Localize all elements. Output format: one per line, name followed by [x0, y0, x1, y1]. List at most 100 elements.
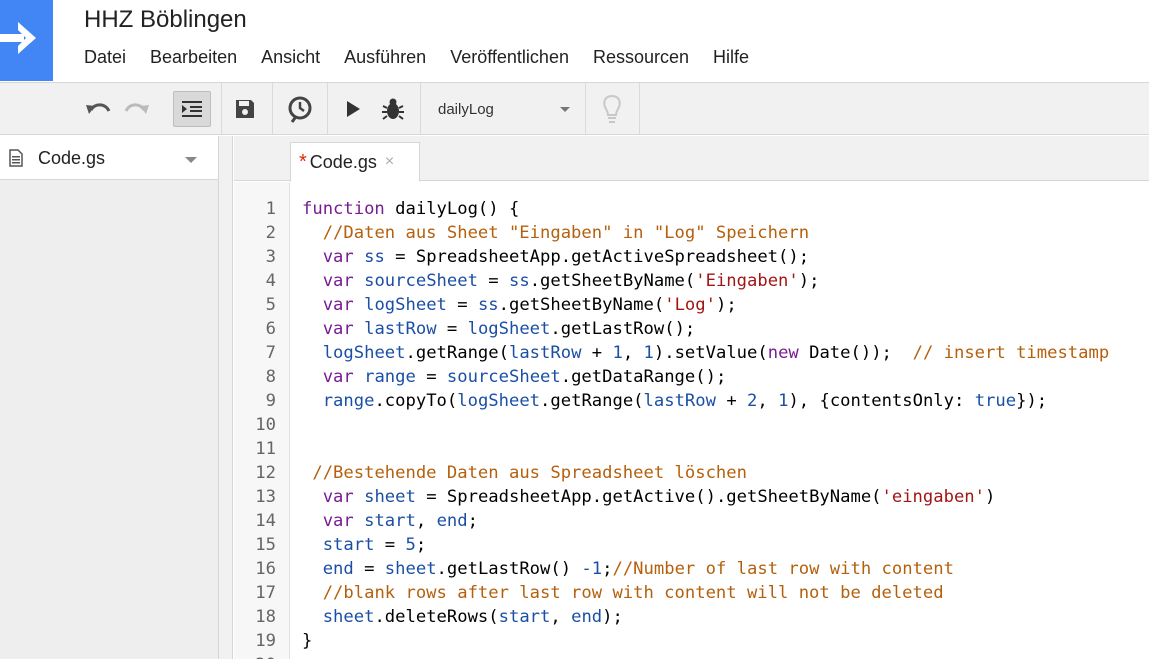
line-number: 6	[265, 319, 276, 339]
code-line[interactable]: 7 logSheet.getRange(lastRow + 1, 1).setV…	[234, 341, 1149, 365]
code-editor[interactable]: 1 function dailyLog() {2 //Daten aus Shee…	[234, 182, 1149, 659]
run-button[interactable]	[338, 91, 368, 127]
code-token: //blank rows after last row with content…	[322, 583, 944, 603]
code-line[interactable]: 1 function dailyLog() {	[234, 197, 1149, 221]
save-icon	[236, 100, 254, 118]
save-button[interactable]	[229, 91, 261, 127]
toolbar-divider	[221, 83, 222, 134]
code-token: sourceSheet	[364, 271, 478, 291]
code-token: var	[322, 319, 354, 339]
file-name: Code.gs	[38, 148, 106, 168]
line-number: 10	[255, 415, 276, 435]
code-line[interactable]: 8 var range = sourceSheet.getDataRange()…	[234, 365, 1149, 389]
indent-toggle-button[interactable]	[173, 91, 211, 127]
line-number: 15	[255, 535, 276, 555]
code-token: 1	[778, 391, 789, 411]
code-line[interactable]: 12 //Bestehende Daten aus Spreadsheet lö…	[234, 461, 1149, 485]
code-line[interactable]: 4 var sourceSheet = ss.getSheetByName('E…	[234, 269, 1149, 293]
code-line[interactable]: 11	[234, 437, 1149, 461]
line-number: 3	[265, 247, 276, 267]
function-select[interactable]: dailyLog	[424, 91, 580, 127]
code-line[interactable]: 13 var sheet = SpreadsheetApp.getActive(…	[234, 485, 1149, 509]
code-token: range	[322, 391, 375, 411]
code-token: .copyTo(	[374, 391, 458, 411]
code-line[interactable]: 15 start = 5;	[234, 533, 1149, 557]
code-token: ss	[364, 247, 385, 267]
toolbar-divider	[585, 83, 586, 134]
code-text: var logSheet = ss.getSheetByName('Log');	[302, 293, 737, 317]
code-token: lastRow	[508, 343, 582, 363]
code-token: .getDataRange();	[560, 367, 727, 387]
code-line[interactable]: 20	[234, 653, 1149, 659]
menu-item-ressourcen[interactable]: Ressourcen	[593, 47, 689, 71]
menu-item-hilfe[interactable]: Hilfe	[713, 47, 749, 71]
code-text: var sourceSheet = ss.getSheetByName('Ein…	[302, 269, 820, 293]
code-line[interactable]: 17 //blank rows after last row with cont…	[234, 581, 1149, 605]
redo-button[interactable]	[122, 91, 152, 127]
code-token: .getLastRow()	[436, 559, 582, 579]
project-title[interactable]: HHZ Böblingen	[84, 6, 247, 34]
menu-item-ansicht[interactable]: Ansicht	[261, 47, 320, 71]
panel-resizer[interactable]	[219, 136, 233, 659]
code-line[interactable]: 5 var logSheet = ss.getSheetByName('Log'…	[234, 293, 1149, 317]
menu-item-veröffentlichen[interactable]: Veröffentlichen	[450, 47, 569, 71]
code-token: .getSheetByName(	[498, 295, 665, 315]
menu-item-bearbeiten[interactable]: Bearbeiten	[150, 47, 237, 71]
code-token: ;	[415, 535, 427, 555]
code-token: ,	[622, 343, 644, 363]
hint-button[interactable]	[596, 91, 628, 127]
code-token: end	[571, 607, 603, 627]
code-token: sheet	[384, 559, 437, 579]
code-token: //Bestehende Daten aus Spreadsheet lösch…	[312, 463, 747, 483]
menu-bar: Datei Bearbeiten Ansicht Ausführen Veröffent…	[84, 47, 773, 71]
code-line[interactable]: 18 sheet.deleteRows(start, end);	[234, 605, 1149, 629]
code-token: );	[798, 271, 820, 291]
menu-item-datei[interactable]: Datei	[84, 47, 126, 71]
tab-code-gs[interactable]: * Code.gs ×	[290, 142, 420, 182]
toolbar: dailyLog	[0, 82, 1149, 135]
line-number: 4	[265, 271, 276, 291]
code-line[interactable]: 14 var start, end;	[234, 509, 1149, 533]
editor-tabs: * Code.gs ×	[234, 136, 1149, 182]
code-line[interactable]: 6 var lastRow = logSheet.getLastRow();	[234, 317, 1149, 341]
line-number: 14	[255, 511, 276, 531]
arrow-right-icon	[0, 22, 36, 54]
code-token: end	[322, 559, 354, 579]
clock-icon	[288, 96, 312, 123]
code-line[interactable]: 16 end = sheet.getLastRow() -1;//Number …	[234, 557, 1149, 581]
code-token: =	[353, 559, 385, 579]
code-text: var start, end;	[302, 509, 478, 533]
code-token: end	[436, 511, 468, 531]
close-icon[interactable]: ×	[385, 153, 394, 171]
code-text: var lastRow = logSheet.getLastRow();	[302, 317, 696, 341]
menu-item-ausführen[interactable]: Ausführen	[344, 47, 426, 71]
debug-button[interactable]	[377, 91, 409, 127]
document-icon	[9, 149, 23, 167]
code-token: 2	[747, 391, 758, 411]
apps-script-logo[interactable]	[0, 0, 53, 81]
chevron-down-icon[interactable]	[185, 157, 197, 163]
code-line[interactable]: 9 range.copyTo(logSheet.getRange(lastRow…	[234, 389, 1149, 413]
undo-button[interactable]	[83, 91, 113, 127]
code-line[interactable]: 3 var ss = SpreadsheetApp.getActiveSprea…	[234, 245, 1149, 269]
code-line[interactable]: 10	[234, 413, 1149, 437]
code-text: var ss = SpreadsheetApp.getActiveSpreads…	[302, 245, 809, 269]
code-line[interactable]: 2 //Daten aus Sheet "Eingaben" in "Log" …	[234, 221, 1149, 245]
code-token: sourceSheet	[446, 367, 561, 387]
code-line[interactable]: 19}	[234, 629, 1149, 653]
code-token: +	[715, 391, 748, 411]
code-text: //Daten aus Sheet "Eingaben" in "Log" Sp…	[302, 221, 809, 245]
triggers-button[interactable]	[283, 91, 317, 127]
lightbulb-icon	[603, 94, 621, 123]
code-token: range	[364, 367, 416, 387]
file-item-code-gs[interactable]: Code.gs	[0, 136, 218, 180]
